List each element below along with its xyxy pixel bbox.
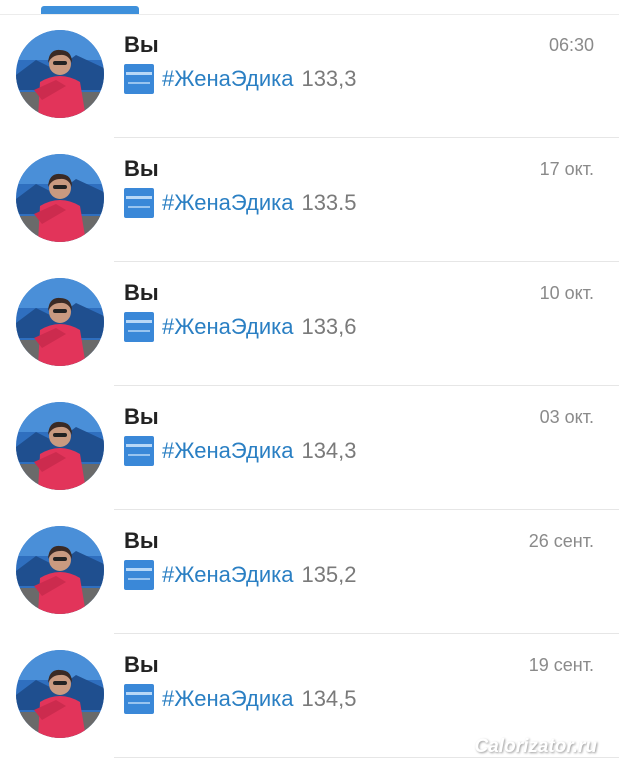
- avatar[interactable]: [16, 526, 104, 614]
- sender-name: Вы: [124, 156, 159, 181]
- photo-thumbnail-icon: [124, 684, 154, 714]
- message-preview: #ЖенаЭдика 133.5: [124, 188, 357, 218]
- message-time: 10 окт.: [539, 283, 594, 303]
- top-tab-bar: [0, 0, 619, 15]
- avatar[interactable]: [16, 154, 104, 242]
- message-time: 06:30: [548, 35, 594, 55]
- message-preview: #ЖенаЭдика 134,3: [124, 436, 357, 466]
- photo-thumbnail-icon: [124, 188, 154, 218]
- photo-thumbnail-icon: [124, 560, 154, 590]
- weight-value: 134,3: [301, 438, 357, 463]
- hashtag-link[interactable]: #ЖенаЭдика: [162, 438, 293, 464]
- avatar[interactable]: [16, 30, 104, 118]
- chat-row[interactable]: Вы 03 окт. #ЖенаЭдика 134,3: [0, 386, 619, 510]
- message-time: 26 сент.: [528, 531, 594, 551]
- message-time: 19 сент.: [528, 655, 594, 675]
- sender-name: Вы: [124, 280, 159, 305]
- message-preview: #ЖенаЭдика 134,5: [124, 684, 357, 714]
- photo-thumbnail-icon: [124, 312, 154, 342]
- chat-row[interactable]: Вы 17 окт. #ЖенаЭдика 133.5: [0, 138, 619, 262]
- sender-name: Вы: [124, 404, 159, 429]
- weight-value: 133,3: [301, 66, 357, 91]
- hashtag-link[interactable]: #ЖенаЭдика: [162, 314, 293, 340]
- message-preview: #ЖенаЭдика 133,3: [124, 64, 357, 94]
- weight-value: 133.5: [301, 190, 357, 215]
- sender-name: Вы: [124, 32, 159, 57]
- active-tab-indicator[interactable]: [41, 6, 139, 14]
- weight-value: 134,5: [301, 686, 357, 711]
- chat-row[interactable]: Вы 26 сент. #ЖенаЭдика 135,2: [0, 510, 619, 634]
- hashtag-link[interactable]: #ЖенаЭдика: [162, 686, 293, 712]
- photo-thumbnail-icon: [124, 436, 154, 466]
- sender-name: Вы: [124, 652, 159, 677]
- weight-value: 133,6: [301, 314, 357, 339]
- message-time: 03 окт.: [539, 407, 594, 427]
- hashtag-link[interactable]: #ЖенаЭдика: [162, 66, 293, 92]
- chat-row[interactable]: Вы 06:30 #ЖенаЭдика 133,3: [0, 14, 619, 138]
- message-preview: #ЖенаЭдика 135,2: [124, 560, 357, 590]
- watermark: Calorizator.ru: [474, 736, 597, 757]
- hashtag-link[interactable]: #ЖенаЭдика: [162, 562, 293, 588]
- avatar[interactable]: [16, 278, 104, 366]
- chat-list: Вы 06:30 #ЖенаЭдика 133,3 Вы 17 окт. #Же…: [0, 14, 619, 758]
- sender-name: Вы: [124, 528, 159, 553]
- hashtag-link[interactable]: #ЖенаЭдика: [162, 190, 293, 216]
- message-preview: #ЖенаЭдика 133,6: [124, 312, 357, 342]
- chat-row[interactable]: Вы 10 окт. #ЖенаЭдика 133,6: [0, 262, 619, 386]
- message-time: 17 окт.: [539, 159, 594, 179]
- avatar[interactable]: [16, 402, 104, 490]
- photo-thumbnail-icon: [124, 64, 154, 94]
- weight-value: 135,2: [301, 562, 357, 587]
- avatar[interactable]: [16, 650, 104, 738]
